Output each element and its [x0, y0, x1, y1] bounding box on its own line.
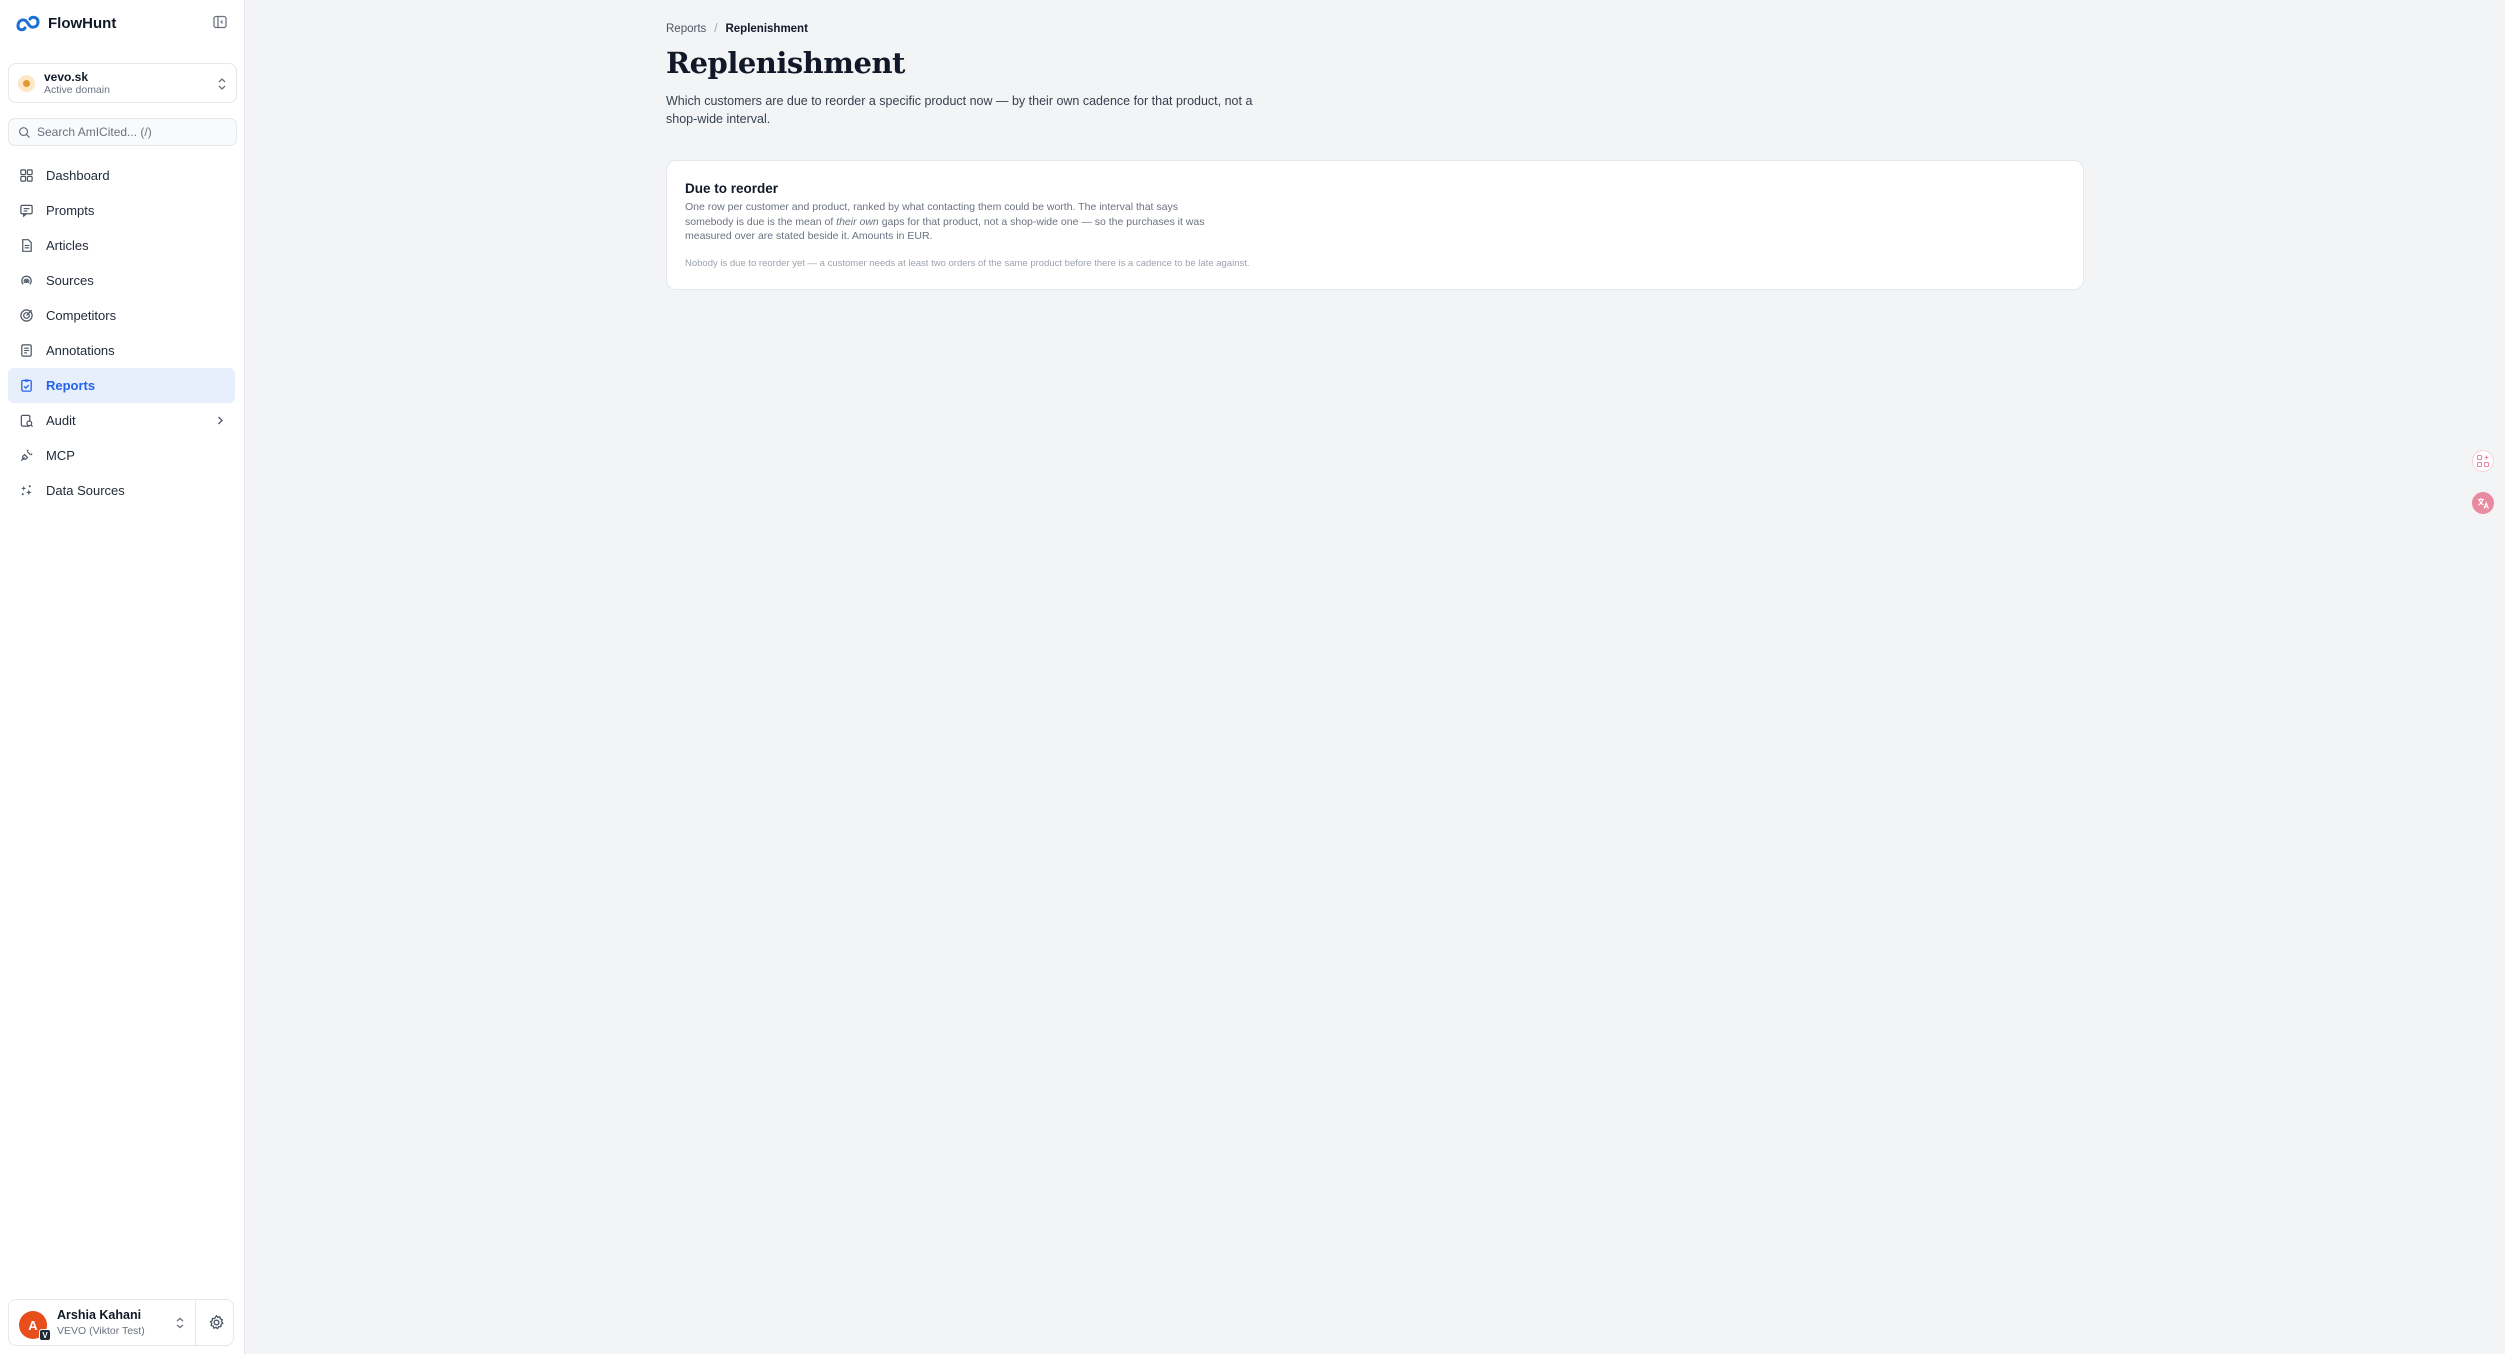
- sidebar-item-sources[interactable]: Sources: [8, 263, 235, 298]
- articles-icon: [22, 239, 32, 252]
- user-org: VEVO (Viktor Test): [57, 1325, 145, 1337]
- competitors-icon: [20, 309, 33, 322]
- sidebar-item-data-sources[interactable]: Data Sources: [8, 473, 235, 508]
- breadcrumb-separator: /: [714, 23, 718, 35]
- org-badge: V: [39, 1329, 51, 1341]
- gear-icon[interactable]: [208, 1314, 225, 1331]
- sidebar-item-label: Dashboard: [46, 168, 110, 183]
- user-card: A V Arshia Kahani VEVO (Viktor Test): [8, 1299, 234, 1346]
- empty-state-message: Nobody is due to reorder yet — a custome…: [685, 258, 1250, 269]
- search-input[interactable]: [37, 125, 227, 139]
- sidebar-item-prompts[interactable]: Prompts: [8, 193, 235, 228]
- sidebar-nav: Dashboard Prompts Articles Sources Compe…: [8, 158, 235, 508]
- search-box: [8, 118, 237, 146]
- brand-name: FlowHunt: [48, 14, 117, 32]
- breadcrumb-reports-link[interactable]: Reports: [666, 23, 706, 35]
- brand[interactable]: FlowHunt: [14, 10, 116, 36]
- reports-icon: [21, 379, 32, 392]
- sidebar-item-label: Reports: [46, 378, 96, 393]
- sidebar-item-mcp[interactable]: MCP: [8, 438, 235, 473]
- card-description: One row per customer and product, ranked…: [685, 201, 1205, 242]
- annotations-icon: [21, 344, 32, 357]
- domain-subtitle: Active domain: [44, 83, 110, 96]
- sidebar-item-label: Articles: [46, 238, 89, 253]
- chevrons-up-down-icon: [218, 78, 226, 90]
- page-title: Replenishment: [666, 46, 905, 80]
- chevron-right-icon: [218, 416, 223, 425]
- breadcrumb-current: Replenishment: [725, 23, 808, 35]
- sidebar-item-label: MCP: [46, 448, 75, 463]
- floating-translate-button[interactable]: [2472, 492, 2494, 514]
- prompts-icon: [20, 204, 33, 218]
- user-menu-button[interactable]: A V Arshia Kahani VEVO (Viktor Test): [9, 1300, 196, 1345]
- domain-switcher[interactable]: vevo.sk Active domain: [8, 63, 237, 103]
- data-sources-icon: [21, 485, 32, 496]
- sidebar-item-label: Sources: [46, 273, 94, 288]
- sidebar-item-label: Competitors: [46, 308, 117, 323]
- audit-icon: [20, 414, 34, 428]
- due-to-reorder-card: Due to reorder One row per customer and …: [666, 160, 2084, 290]
- sidebar-item-label: Prompts: [46, 203, 95, 218]
- sidebar: FlowHunt vevo.sk Active domain Search Am…: [0, 0, 245, 1354]
- floating-widget-button[interactable]: [2472, 450, 2494, 472]
- mcp-icon: [20, 449, 33, 462]
- dashboard-icon: [20, 169, 33, 182]
- translate-icon: [2478, 498, 2489, 509]
- sidebar-item-competitors[interactable]: Competitors: [8, 298, 235, 333]
- sidebar-item-dashboard[interactable]: Dashboard: [8, 158, 235, 193]
- sidebar-item-label: Audit: [46, 413, 76, 428]
- domain-icon: [18, 74, 35, 92]
- sidebar-item-articles[interactable]: Articles: [8, 228, 235, 263]
- card-title: Due to reorder: [685, 181, 779, 196]
- sidebar-item-label: Annotations: [46, 343, 115, 358]
- sidebar-item-reports[interactable]: Reports: [8, 368, 235, 403]
- sidebar-item-annotations[interactable]: Annotations: [8, 333, 235, 368]
- page-description: Which customers are due to reorder a spe…: [666, 94, 1253, 126]
- search-icon: [19, 126, 31, 138]
- flowhunt-logo-icon: [16, 15, 40, 32]
- add-widget-icon: [2476, 454, 2490, 468]
- user-name: Arshia Kahani: [57, 1308, 142, 1322]
- sidebar-collapse-icon[interactable]: [212, 14, 228, 30]
- sources-icon: [21, 275, 32, 285]
- breadcrumb: Reports / Replenishment: [666, 23, 808, 35]
- domain-name: vevo.sk: [44, 69, 89, 84]
- sidebar-item-label: Data Sources: [46, 483, 125, 498]
- sidebar-item-audit[interactable]: Audit: [8, 403, 235, 438]
- chevrons-up-down-icon: [176, 1317, 184, 1329]
